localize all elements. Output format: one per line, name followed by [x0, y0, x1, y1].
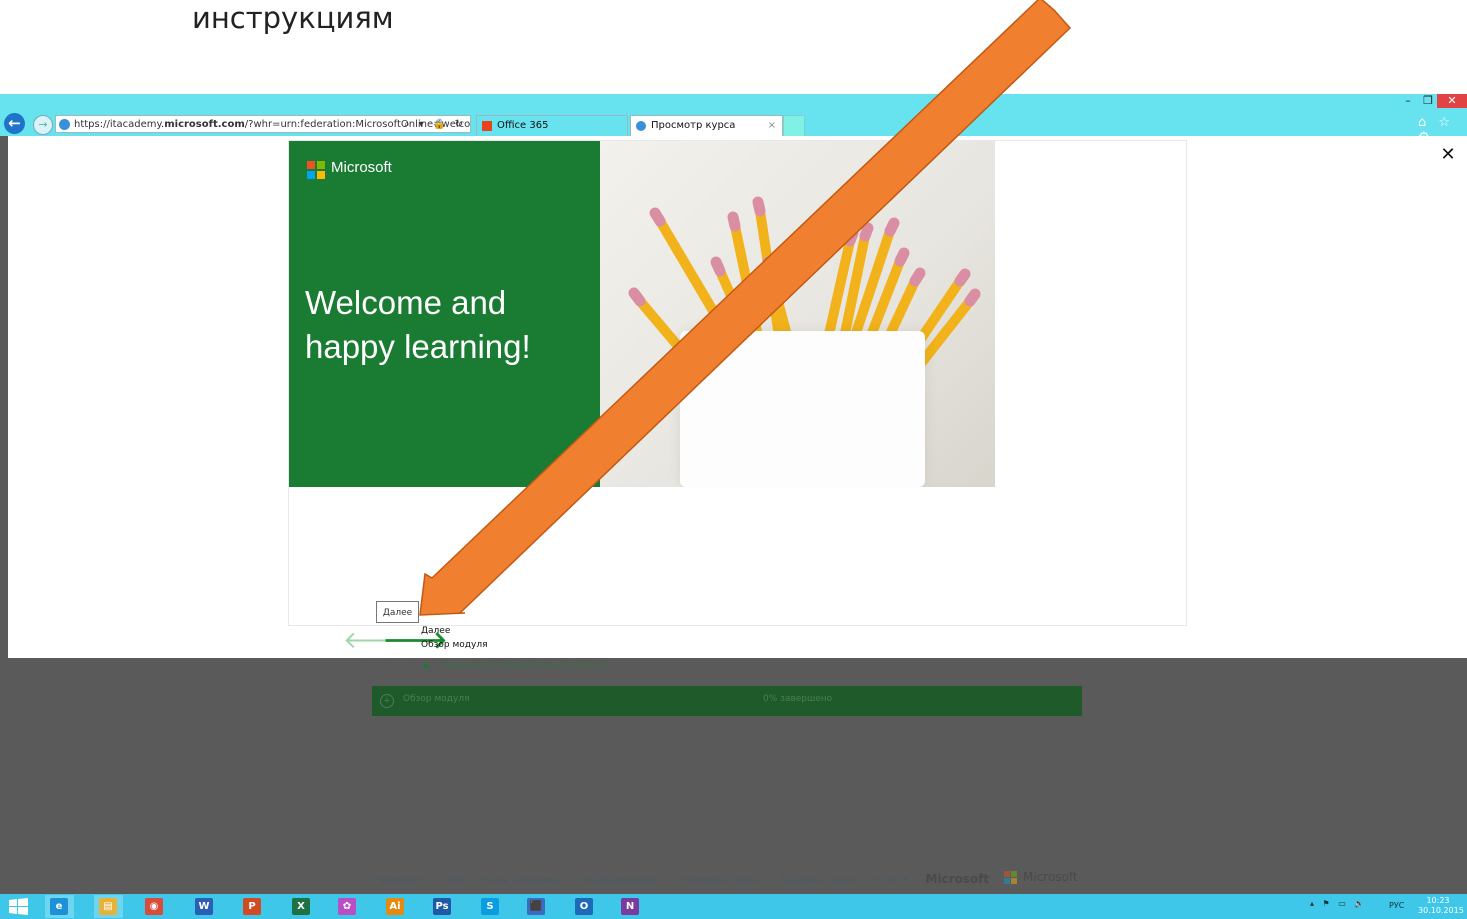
pencil-cup [680, 331, 925, 487]
close-window-button[interactable]: ✕ [1437, 94, 1467, 108]
back-arrow-icon: ← [8, 114, 21, 132]
back-button[interactable]: ← [4, 113, 25, 134]
outlook-icon: O [575, 898, 593, 915]
windows-logo-icon [9, 898, 28, 915]
ie-page-icon [59, 119, 70, 130]
progress-module-label: Обзор модуля [403, 694, 470, 704]
onenote-icon: N [621, 898, 639, 915]
word-icon: W [195, 898, 213, 915]
footer-link-contacts[interactable]: Наши координа... [483, 876, 566, 886]
footer-brand-2: Microsoft [1023, 870, 1078, 884]
taskbar-app-outlook[interactable]: O [570, 895, 599, 918]
ie-tab-icon [636, 121, 646, 131]
clock-time[interactable]: 10:23 [1418, 896, 1458, 905]
pencils-photo [600, 141, 995, 487]
tab-label: Office 365 [497, 120, 549, 131]
illustrator-icon: Ai [386, 898, 404, 915]
browser-chrome: – ❐ ✕ ← → https://itacademy.microsoft.co… [0, 94, 1467, 145]
close-modal-button[interactable]: ✕ [1438, 144, 1458, 166]
taskbar-app-photoshop[interactable]: Ps [428, 895, 457, 918]
new-tab-button[interactable] [783, 115, 805, 136]
forward-arrow-icon: → [38, 118, 48, 131]
tab-close-icon[interactable]: × [768, 116, 776, 136]
url-domain: microsoft.com [164, 119, 245, 130]
address-bar[interactable]: https://itacademy.microsoft.com/?whr=urn… [55, 115, 471, 133]
module-progress-bar[interactable]: + Обзор модуля 0% завершено [372, 686, 1082, 716]
taskbar-app-network[interactable]: ⬛ [522, 895, 551, 918]
footer-link-trademarks[interactable]: Товарные знаки [781, 876, 857, 886]
taskbar-app-photos[interactable]: ✿ [333, 895, 362, 918]
url-prefix: https://itacademy. [74, 119, 165, 130]
network-icon: ⬛ [527, 898, 545, 915]
footer-link-faq[interactable]: FAQ [448, 876, 465, 886]
tab-label: Просмотр курса [651, 120, 736, 131]
taskbar-app-powerpoint[interactable]: P [238, 895, 267, 918]
footer-link-terms[interactable]: Условия исполь... [681, 876, 764, 886]
next-label[interactable]: Далее [421, 626, 450, 636]
minimize-button[interactable]: – [1399, 94, 1417, 108]
next-tooltip: Далее [376, 601, 419, 623]
page-footer: Руководст... FAQ Наши координа... Конфид… [374, 872, 1003, 886]
address-tools-icons[interactable]: ⌕ ▾ 🔒 ↻ [404, 116, 466, 132]
ie-icon: e [50, 898, 68, 915]
expand-icon: + [380, 694, 394, 708]
explorer-icon: ▤ [99, 898, 117, 915]
taskbar-app-skype[interactable]: S [476, 895, 505, 918]
footer-link-privacy[interactable]: Конфиденциал... [583, 876, 664, 886]
taskbar-app-chrome[interactable]: ◉ [140, 895, 169, 918]
chrome-icon: ◉ [145, 898, 163, 915]
lab-info-link[interactable]: Сведения о лабораторных работах [424, 661, 607, 671]
forward-button[interactable]: → [33, 115, 53, 135]
microsoft-brand: Microsoft [331, 159, 392, 176]
tray-icons[interactable]: ▴ ⚑ ▭ 🔈 [1310, 899, 1367, 908]
powerpoint-icon: P [243, 898, 261, 915]
office-icon [482, 121, 492, 131]
taskbar-app-onenote[interactable]: N [616, 895, 645, 918]
restore-button[interactable]: ❐ [1419, 94, 1437, 108]
microsoft-logo-icon [307, 161, 325, 179]
taskbar-app-explorer[interactable]: ▤ [94, 895, 123, 918]
taskbar-app-excel[interactable]: X [287, 895, 316, 918]
welcome-heading: Welcome and happy learning! [305, 284, 531, 365]
footer-copyright: © 2015 [873, 876, 909, 886]
footer-microsoft-logo-icon [1004, 871, 1018, 885]
photoshop-icon: Ps [433, 898, 451, 915]
language-indicator[interactable]: РУС [1389, 901, 1404, 910]
start-button[interactable] [4, 895, 33, 918]
taskbar-app-ie[interactable]: e [45, 895, 74, 918]
progress-percent: 0% завершено [763, 694, 833, 704]
welcome-panel: Microsoft Welcome and happy learning! [289, 141, 600, 487]
tab-course-view[interactable]: Просмотр курса × [630, 115, 783, 136]
excel-icon: X [292, 898, 310, 915]
taskbar-app-illustrator[interactable]: Ai [381, 895, 410, 918]
next-module-label: Обзор модуля [421, 640, 488, 650]
tab-office-365[interactable]: Office 365 [476, 115, 628, 136]
clock-date[interactable]: 30.10.2015 [1418, 906, 1464, 915]
taskbar: e ▤ ◉ W P X ✿ Ai Ps S ⬛ O N ▴ ⚑ ▭ 🔈 РУС 10:23 30.10.… [0, 894, 1467, 919]
photos-icon: ✿ [338, 898, 356, 915]
skype-icon: S [481, 898, 499, 915]
browser-window: – ❐ ✕ ← → https://itacademy.microsoft.co… [0, 94, 1467, 894]
slide-caption: инструкциям [192, 1, 394, 35]
footer-link-guide[interactable]: Руководст... [374, 876, 432, 886]
taskbar-app-word[interactable]: W [190, 895, 219, 918]
footer-brand: Microsoft [925, 872, 990, 886]
